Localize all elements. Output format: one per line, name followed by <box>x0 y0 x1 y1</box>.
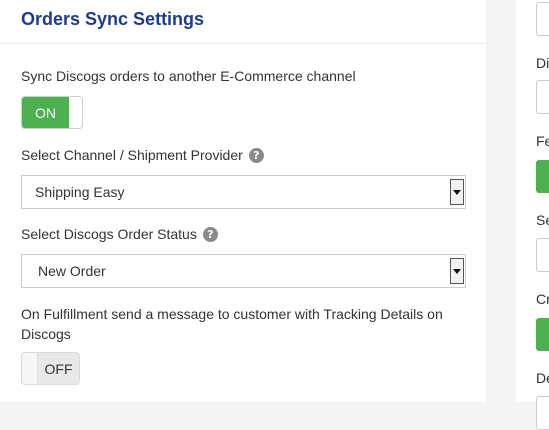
help-icon[interactable]: ? <box>248 147 264 163</box>
help-icon[interactable]: ? <box>202 226 218 242</box>
panel-header: Orders Sync Settings <box>0 0 486 44</box>
status-select-value: New Order <box>38 263 106 279</box>
right-toggle-2[interactable] <box>536 318 549 351</box>
right-label-4: Cr <box>536 291 549 307</box>
toggle-knob <box>22 353 38 384</box>
right-label-3: Se <box>536 212 549 228</box>
sync-label: Sync Discogs orders to another E-Commerc… <box>21 68 356 84</box>
right-input-1[interactable] <box>536 2 549 36</box>
toggle-knob <box>69 97 82 128</box>
right-label-5: De <box>536 370 549 386</box>
fulfillment-label-text: On Fulfillment send a message to custome… <box>21 306 443 342</box>
secondary-settings-panel: Di Fe Se Cr De <box>516 0 549 430</box>
channel-select[interactable]: Shipping Easy <box>21 175 466 209</box>
right-label-1: Di <box>536 55 549 71</box>
fulfillment-toggle[interactable]: OFF <box>21 352 80 385</box>
status-select[interactable]: New Order <box>21 254 466 288</box>
fulfillment-label: On Fulfillment send a message to custome… <box>21 304 451 344</box>
right-input-2[interactable] <box>536 80 549 114</box>
chevron-down-icon[interactable] <box>450 179 464 205</box>
sync-label-text: Sync Discogs orders to another E-Commerc… <box>21 68 356 84</box>
sync-toggle-state: ON <box>22 97 69 128</box>
chevron-down-icon[interactable] <box>450 258 464 284</box>
right-input-3[interactable] <box>536 238 549 272</box>
orders-sync-settings-panel: Orders Sync Settings Sync Discogs orders… <box>0 0 486 402</box>
channel-label: Select Channel / Shipment Provider ? <box>21 147 264 163</box>
panel-title: Orders Sync Settings <box>21 9 205 29</box>
sync-toggle[interactable]: ON <box>21 96 83 129</box>
status-label-text: Select Discogs Order Status <box>21 226 197 242</box>
right-toggle-1[interactable] <box>536 160 549 193</box>
channel-select-value: Shipping Easy <box>35 184 125 200</box>
right-label-2: Fe <box>536 133 549 149</box>
status-label: Select Discogs Order Status ? <box>21 226 218 242</box>
fulfillment-toggle-state: OFF <box>38 353 79 384</box>
right-input-4[interactable] <box>536 396 549 430</box>
channel-label-text: Select Channel / Shipment Provider <box>21 147 243 163</box>
